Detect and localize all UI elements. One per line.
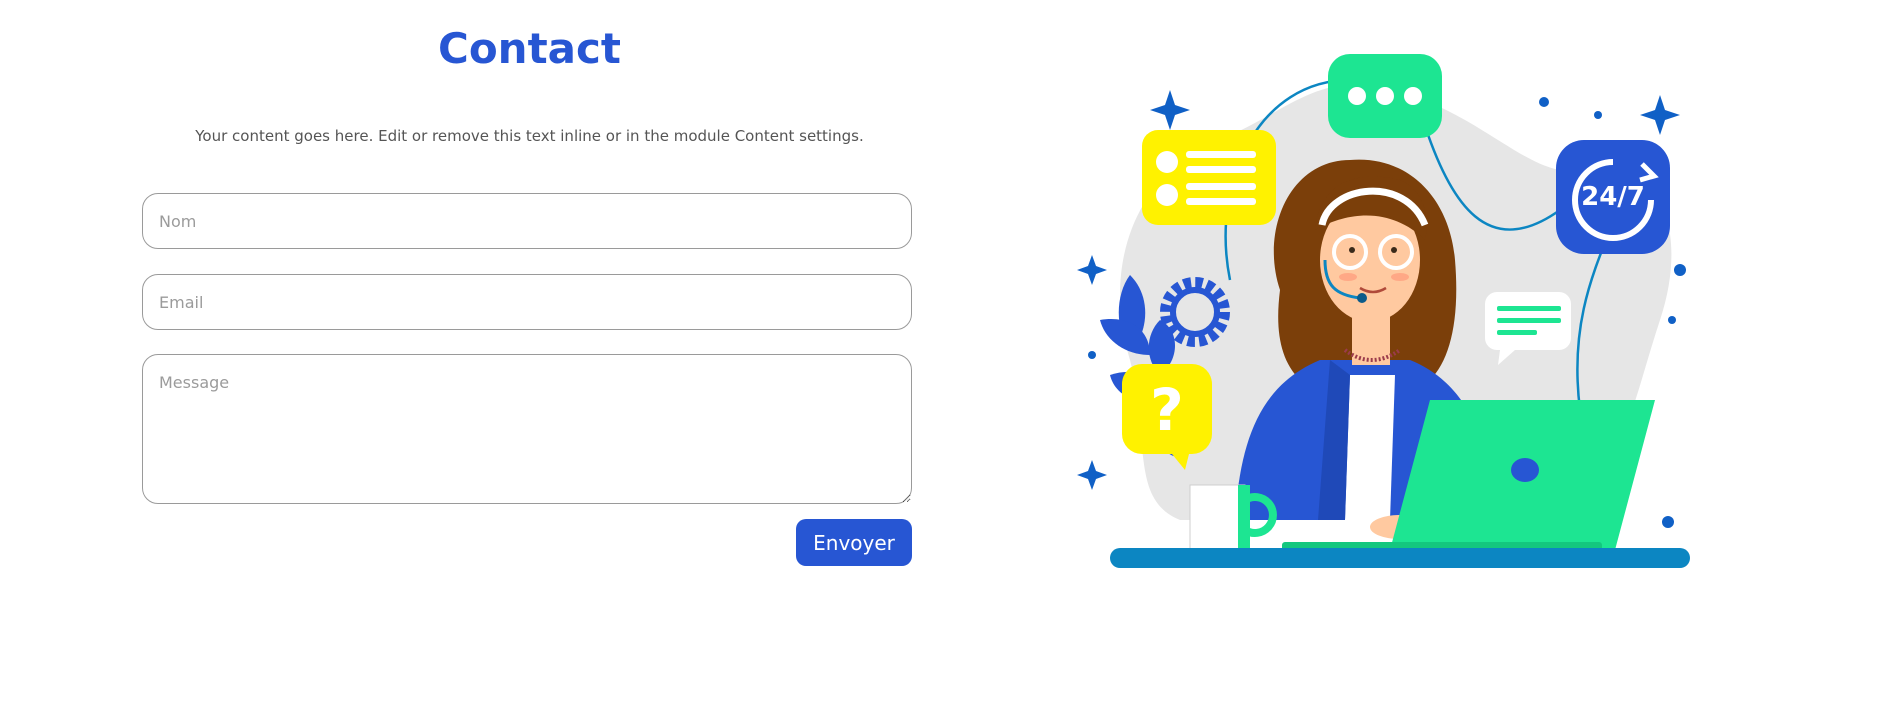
dot [1539,97,1549,107]
list-line [1186,166,1256,173]
customer-support-illustration: 24/7 ? [1077,54,1690,568]
page-title: Contact [438,24,621,73]
email-field[interactable] [142,274,912,330]
mug-icon [1189,484,1246,556]
badge-247-label: 24/7 [1581,182,1645,212]
sparkle-icon [1077,255,1107,285]
mug-side [1238,485,1250,555]
intro-text: Your content goes here. Edit or remove t… [195,127,864,145]
question-mark-icon: ? [1150,376,1184,444]
text-line [1497,318,1561,323]
headset-mic [1357,293,1367,303]
list-line [1186,183,1256,190]
laptop-logo [1511,458,1539,482]
dot [1088,351,1096,359]
dot [1156,184,1178,206]
dot [1594,111,1602,119]
cheek [1391,273,1409,281]
sparkle-icon [1150,90,1190,130]
submit-button[interactable]: Envoyer [796,519,912,566]
dot [1348,87,1366,105]
list-card-icon [1142,130,1276,225]
dot [1668,316,1676,324]
list-line [1186,151,1256,158]
dot [1376,87,1394,105]
text-line [1497,306,1561,311]
name-field[interactable] [142,193,912,249]
sparkle-icon [1640,95,1680,135]
dot [1156,151,1178,173]
cheek [1339,273,1357,281]
shirt [1345,375,1395,520]
desk [1110,548,1690,568]
list-line [1186,198,1256,205]
dot [1674,264,1686,276]
sparkle-icon [1077,460,1107,490]
eye [1391,247,1397,253]
message-field[interactable] [142,354,912,504]
eye [1349,247,1355,253]
dot [1404,87,1422,105]
text-line [1497,330,1537,335]
dot [1662,516,1674,528]
